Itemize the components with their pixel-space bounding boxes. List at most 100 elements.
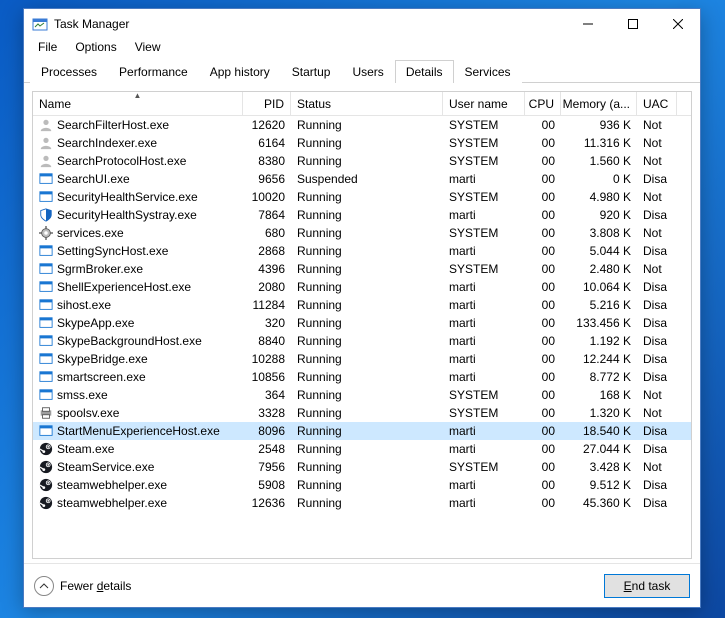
col-uac-header[interactable]: UAC bbox=[637, 92, 677, 115]
cell-status: Running bbox=[291, 333, 443, 349]
table-row[interactable]: ShellExperienceHost.exe2080Runningmarti0… bbox=[33, 278, 691, 296]
table-row[interactable]: SkypeApp.exe320Runningmarti00133.456 KDi… bbox=[33, 314, 691, 332]
end-task-button[interactable]: End task bbox=[604, 574, 690, 598]
table-row[interactable]: services.exe680RunningSYSTEM003.808 KNot bbox=[33, 224, 691, 242]
cell-user: marti bbox=[443, 297, 525, 313]
cell-user: marti bbox=[443, 369, 525, 385]
table-row[interactable]: steamwebhelper.exe5908Runningmarti009.51… bbox=[33, 476, 691, 494]
cell-uac: Not bbox=[637, 117, 677, 133]
cell-memory: 9.512 K bbox=[561, 477, 637, 493]
table-row[interactable]: spoolsv.exe3328RunningSYSTEM001.320 KNot bbox=[33, 404, 691, 422]
app-icon bbox=[39, 172, 53, 186]
tab-services[interactable]: Services bbox=[454, 60, 522, 83]
cell-user: SYSTEM bbox=[443, 387, 525, 403]
cell-status: Running bbox=[291, 135, 443, 151]
table-row[interactable]: sihost.exe11284Runningmarti005.216 KDisa bbox=[33, 296, 691, 314]
window-controls bbox=[565, 9, 700, 39]
fewer-details-button[interactable]: Fewer details bbox=[34, 576, 131, 596]
col-pid-header[interactable]: PID bbox=[243, 92, 291, 115]
table-row[interactable]: smss.exe364RunningSYSTEM00168 KNot bbox=[33, 386, 691, 404]
app-icon bbox=[39, 370, 53, 384]
cell-memory: 2.480 K bbox=[561, 261, 637, 277]
cell-uac: Disa bbox=[637, 351, 677, 367]
column-headers: Name ▲ PID Status User name CPU Memory (… bbox=[33, 92, 691, 116]
cell-name: smss.exe bbox=[33, 387, 243, 403]
cell-uac: Disa bbox=[637, 243, 677, 259]
cell-cpu: 00 bbox=[525, 189, 561, 205]
table-row[interactable]: SearchFilterHost.exe12620RunningSYSTEM00… bbox=[33, 116, 691, 134]
cell-status: Running bbox=[291, 243, 443, 259]
tab-performance[interactable]: Performance bbox=[108, 60, 199, 83]
tab-processes[interactable]: Processes bbox=[30, 60, 108, 83]
steam-icon bbox=[39, 478, 53, 492]
maximize-button[interactable] bbox=[610, 9, 655, 39]
menu-file[interactable]: File bbox=[30, 38, 65, 56]
col-cpu-header[interactable]: CPU bbox=[525, 92, 561, 115]
cell-memory: 920 K bbox=[561, 207, 637, 223]
process-rows[interactable]: SearchFilterHost.exe12620RunningSYSTEM00… bbox=[33, 116, 691, 558]
col-name-header[interactable]: Name ▲ bbox=[33, 92, 243, 115]
cell-name: SecurityHealthService.exe bbox=[33, 189, 243, 205]
cell-status: Running bbox=[291, 387, 443, 403]
close-button[interactable] bbox=[655, 9, 700, 39]
cell-name: ShellExperienceHost.exe bbox=[33, 279, 243, 295]
cell-pid: 2548 bbox=[243, 441, 291, 457]
process-name: SecurityHealthService.exe bbox=[57, 190, 198, 204]
cell-user: SYSTEM bbox=[443, 135, 525, 151]
table-row[interactable]: SecurityHealthService.exe10020RunningSYS… bbox=[33, 188, 691, 206]
cell-status: Running bbox=[291, 351, 443, 367]
menu-view[interactable]: View bbox=[127, 38, 169, 56]
steam-icon bbox=[39, 496, 53, 510]
table-row[interactable]: SettingSyncHost.exe2868Runningmarti005.0… bbox=[33, 242, 691, 260]
table-row[interactable]: SearchUI.exe9656Suspendedmarti000 KDisa bbox=[33, 170, 691, 188]
menu-options[interactable]: Options bbox=[67, 38, 124, 56]
cell-status: Running bbox=[291, 369, 443, 385]
cell-name: smartscreen.exe bbox=[33, 369, 243, 385]
table-row[interactable]: StartMenuExperienceHost.exe8096Runningma… bbox=[33, 422, 691, 440]
cell-cpu: 00 bbox=[525, 171, 561, 187]
col-mem-header[interactable]: Memory (a... bbox=[561, 92, 637, 115]
cell-cpu: 00 bbox=[525, 243, 561, 259]
cell-status: Running bbox=[291, 441, 443, 457]
cell-user: marti bbox=[443, 279, 525, 295]
titlebar[interactable]: Task Manager bbox=[24, 9, 700, 39]
process-name: SteamService.exe bbox=[57, 460, 154, 474]
tab-startup[interactable]: Startup bbox=[281, 60, 342, 83]
tab-users[interactable]: Users bbox=[341, 60, 394, 83]
cell-pid: 7864 bbox=[243, 207, 291, 223]
cell-uac: Disa bbox=[637, 207, 677, 223]
tab-details[interactable]: Details bbox=[395, 60, 454, 83]
table-row[interactable]: SecurityHealthSystray.exe7864Runningmart… bbox=[33, 206, 691, 224]
app-icon bbox=[39, 316, 53, 330]
table-row[interactable]: steamwebhelper.exe12636Runningmarti0045.… bbox=[33, 494, 691, 512]
cell-cpu: 00 bbox=[525, 225, 561, 241]
table-row[interactable]: SgrmBroker.exe4396RunningSYSTEM002.480 K… bbox=[33, 260, 691, 278]
cell-name: StartMenuExperienceHost.exe bbox=[33, 423, 243, 439]
app-icon bbox=[39, 352, 53, 366]
cell-user: SYSTEM bbox=[443, 117, 525, 133]
process-name: StartMenuExperienceHost.exe bbox=[57, 424, 220, 438]
minimize-button[interactable] bbox=[565, 9, 610, 39]
cell-memory: 4.980 K bbox=[561, 189, 637, 205]
cell-status: Running bbox=[291, 207, 443, 223]
table-row[interactable]: SkypeBackgroundHost.exe8840Runningmarti0… bbox=[33, 332, 691, 350]
table-row[interactable]: SkypeBridge.exe10288Runningmarti0012.244… bbox=[33, 350, 691, 368]
col-user-header[interactable]: User name bbox=[443, 92, 525, 115]
tab-apphistory[interactable]: App history bbox=[199, 60, 281, 83]
cell-pid: 6164 bbox=[243, 135, 291, 151]
generic-icon bbox=[39, 118, 53, 132]
cell-memory: 0 K bbox=[561, 171, 637, 187]
cell-memory: 5.044 K bbox=[561, 243, 637, 259]
table-row[interactable]: SearchProtocolHost.exe8380RunningSYSTEM0… bbox=[33, 152, 691, 170]
cell-memory: 168 K bbox=[561, 387, 637, 403]
col-status-header[interactable]: Status bbox=[291, 92, 443, 115]
table-row[interactable]: Steam.exe2548Runningmarti0027.044 KDisa bbox=[33, 440, 691, 458]
cell-pid: 11284 bbox=[243, 297, 291, 313]
process-name: Steam.exe bbox=[57, 442, 114, 456]
table-row[interactable]: SteamService.exe7956RunningSYSTEM003.428… bbox=[33, 458, 691, 476]
table-row[interactable]: SearchIndexer.exe6164RunningSYSTEM0011.3… bbox=[33, 134, 691, 152]
table-row[interactable]: smartscreen.exe10856Runningmarti008.772 … bbox=[33, 368, 691, 386]
process-name: sihost.exe bbox=[57, 298, 111, 312]
cell-status: Running bbox=[291, 225, 443, 241]
cell-cpu: 00 bbox=[525, 333, 561, 349]
